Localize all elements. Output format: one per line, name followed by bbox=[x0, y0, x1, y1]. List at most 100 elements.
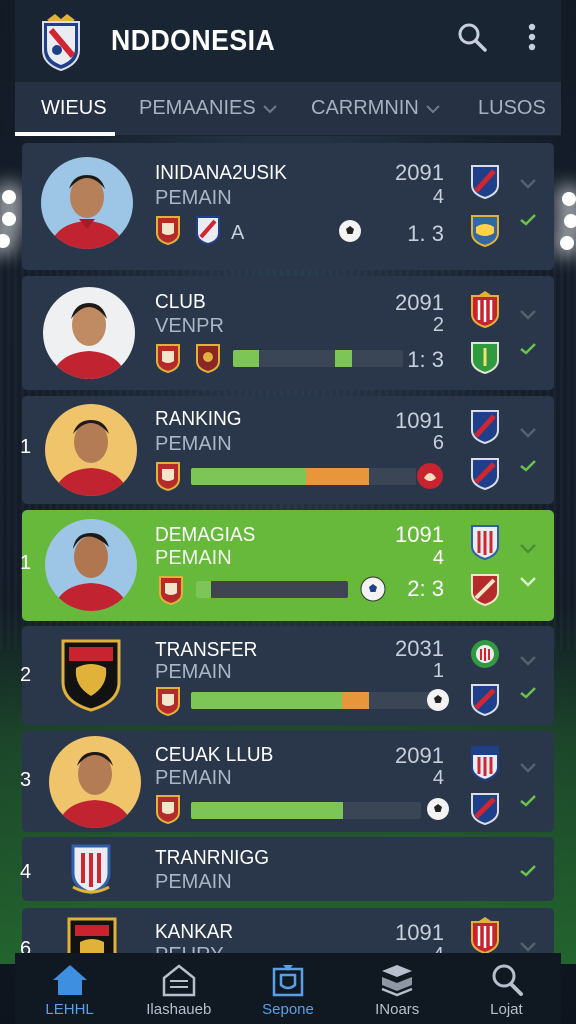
item-title: TRANSFER bbox=[155, 639, 258, 661]
check-icon[interactable] bbox=[518, 686, 538, 700]
nav-sepone[interactable]: Sepone bbox=[233, 953, 342, 1024]
chevron-down-icon[interactable] bbox=[518, 426, 538, 440]
team-crest-icon bbox=[471, 746, 499, 781]
tab-lusos[interactable]: LUSOS bbox=[478, 97, 546, 120]
club-crest-icon bbox=[71, 844, 111, 895]
item-letter: A bbox=[231, 222, 245, 244]
team-crest-icon bbox=[471, 917, 499, 954]
team-crest-icon bbox=[471, 525, 499, 560]
item-subtitle: PEMAIN bbox=[155, 767, 232, 789]
item-title: CLUB bbox=[155, 291, 206, 313]
progress-segment bbox=[335, 350, 352, 367]
list-item[interactable]: 2 TRANSFER PEMAIN 2031 1 bbox=[20, 626, 554, 725]
club-crest-icon bbox=[196, 344, 220, 373]
progress-segment bbox=[233, 350, 259, 367]
top-bar: NDDONESIA bbox=[15, 0, 561, 82]
list-item[interactable]: CLUB VENPR 2091 2 1: 3 bbox=[22, 276, 554, 390]
nav-ilashaueb[interactable]: Ilashaueb bbox=[124, 953, 233, 1024]
list-item[interactable]: 4 TRANRNIGG PEMAIN bbox=[20, 837, 554, 901]
check-icon[interactable] bbox=[518, 213, 538, 227]
chevron-down-icon[interactable] bbox=[518, 654, 538, 668]
club-crest-icon bbox=[61, 639, 121, 712]
chevron-down-icon bbox=[426, 104, 440, 113]
list-item[interactable]: INIDANA2USIK PEMAIN A 2091 4 1. 3 bbox=[22, 143, 554, 270]
list-item-selected[interactable]: 1 DEMAGIAS PEMAIN 1091 4 2: 3 bbox=[20, 510, 554, 621]
player-avatar bbox=[43, 287, 135, 379]
item-subtitle: PEMAIN bbox=[155, 433, 232, 455]
team-crest-icon bbox=[471, 410, 499, 444]
player-avatar bbox=[49, 736, 141, 828]
nav-label: Lojat bbox=[490, 1001, 523, 1018]
tab-wieus[interactable]: WIEUS bbox=[41, 97, 107, 120]
football-icon bbox=[339, 220, 361, 242]
item-points: 1091 bbox=[395, 522, 444, 547]
item-count: 4 bbox=[432, 767, 444, 789]
item-points: 1091 bbox=[395, 920, 444, 945]
item-subtitle: VENPR bbox=[155, 315, 224, 337]
chevron-down-icon[interactable] bbox=[518, 542, 538, 556]
check-icon[interactable] bbox=[518, 864, 538, 878]
list-item[interactable]: 1 RANKING PEMAIN 1091 6 bbox=[20, 396, 554, 504]
bottom-navigation: LEHHL Ilashaueb Sepone INoars Lojat bbox=[15, 953, 561, 1024]
tab-label: WIEUS bbox=[41, 97, 107, 119]
nav-home[interactable]: LEHHL bbox=[15, 953, 124, 1024]
progress-segment bbox=[191, 802, 343, 819]
chevron-down-icon[interactable] bbox=[518, 940, 538, 954]
item-score: 1. 3 bbox=[407, 221, 444, 246]
item-count: 1 bbox=[432, 660, 444, 682]
item-title: INIDANA2USIK bbox=[155, 162, 287, 184]
item-subtitle: PEMAIN bbox=[155, 661, 232, 683]
chevron-down-icon bbox=[262, 104, 277, 113]
item-title: CEUAK LLUB bbox=[155, 744, 274, 766]
item-points: 2091 bbox=[395, 290, 444, 315]
team-crest-icon bbox=[471, 342, 499, 374]
item-points: 2031 bbox=[395, 636, 444, 661]
item-score: 1: 3 bbox=[407, 347, 444, 372]
nav-lojat[interactable]: Lojat bbox=[452, 953, 561, 1024]
progress-bar bbox=[191, 802, 421, 819]
tab-label: PEMAANIES bbox=[139, 97, 256, 119]
nav-label: INoars bbox=[375, 1001, 420, 1018]
more-vertical-icon[interactable] bbox=[527, 22, 537, 52]
item-count: 4 bbox=[432, 186, 444, 208]
shield-icon bbox=[196, 216, 220, 245]
nav-inoars[interactable]: INoars bbox=[343, 953, 452, 1024]
rank-number: 3 bbox=[20, 769, 32, 791]
club-emblem-icon bbox=[417, 463, 443, 489]
item-count: 2 bbox=[432, 314, 444, 336]
football-icon bbox=[427, 798, 449, 820]
team-crest-icon bbox=[471, 291, 499, 328]
nav-label: LEHHL bbox=[45, 1001, 94, 1018]
team-crest-icon bbox=[471, 165, 499, 199]
check-icon[interactable] bbox=[518, 342, 538, 356]
search-icon bbox=[492, 964, 524, 996]
rank-number: 1 bbox=[20, 552, 32, 574]
rank-number: 1 bbox=[20, 436, 32, 458]
tab-label: LUSOS bbox=[478, 97, 546, 119]
home-icon bbox=[52, 965, 87, 995]
chevron-down-icon[interactable] bbox=[518, 308, 538, 322]
tab-label: CARRMNIN bbox=[311, 97, 419, 119]
progress-segment bbox=[342, 692, 369, 709]
list-item[interactable]: 3 CEUAK LLUB PEMAIN 2091 4 bbox=[20, 731, 554, 832]
tab-carrmnin[interactable]: CARRMNIN bbox=[311, 97, 441, 120]
club-crest-icon bbox=[156, 795, 180, 824]
team-crest-icon bbox=[471, 793, 499, 825]
app-title: NDDONESIA bbox=[111, 24, 276, 57]
chevron-down-icon[interactable] bbox=[518, 177, 538, 191]
check-icon[interactable] bbox=[518, 794, 538, 808]
item-title: KANKAR bbox=[155, 921, 234, 943]
club-crest-icon bbox=[156, 462, 180, 491]
tab-pemaanies[interactable]: PEMAANIES bbox=[139, 97, 278, 120]
check-icon[interactable] bbox=[518, 575, 538, 589]
player-avatar bbox=[45, 519, 137, 611]
tab-bar: WIEUS PEMAANIES CARRMNIN LUSOS bbox=[15, 82, 561, 136]
chevron-down-icon[interactable] bbox=[518, 761, 538, 775]
search-icon[interactable] bbox=[457, 22, 487, 52]
check-icon[interactable] bbox=[518, 459, 538, 473]
item-title: TRANRNIGG bbox=[155, 847, 269, 869]
item-subtitle: PEMAIN bbox=[155, 547, 232, 569]
item-title: RANKING bbox=[155, 408, 242, 430]
player-avatar bbox=[45, 404, 137, 496]
player-avatar bbox=[41, 157, 133, 249]
